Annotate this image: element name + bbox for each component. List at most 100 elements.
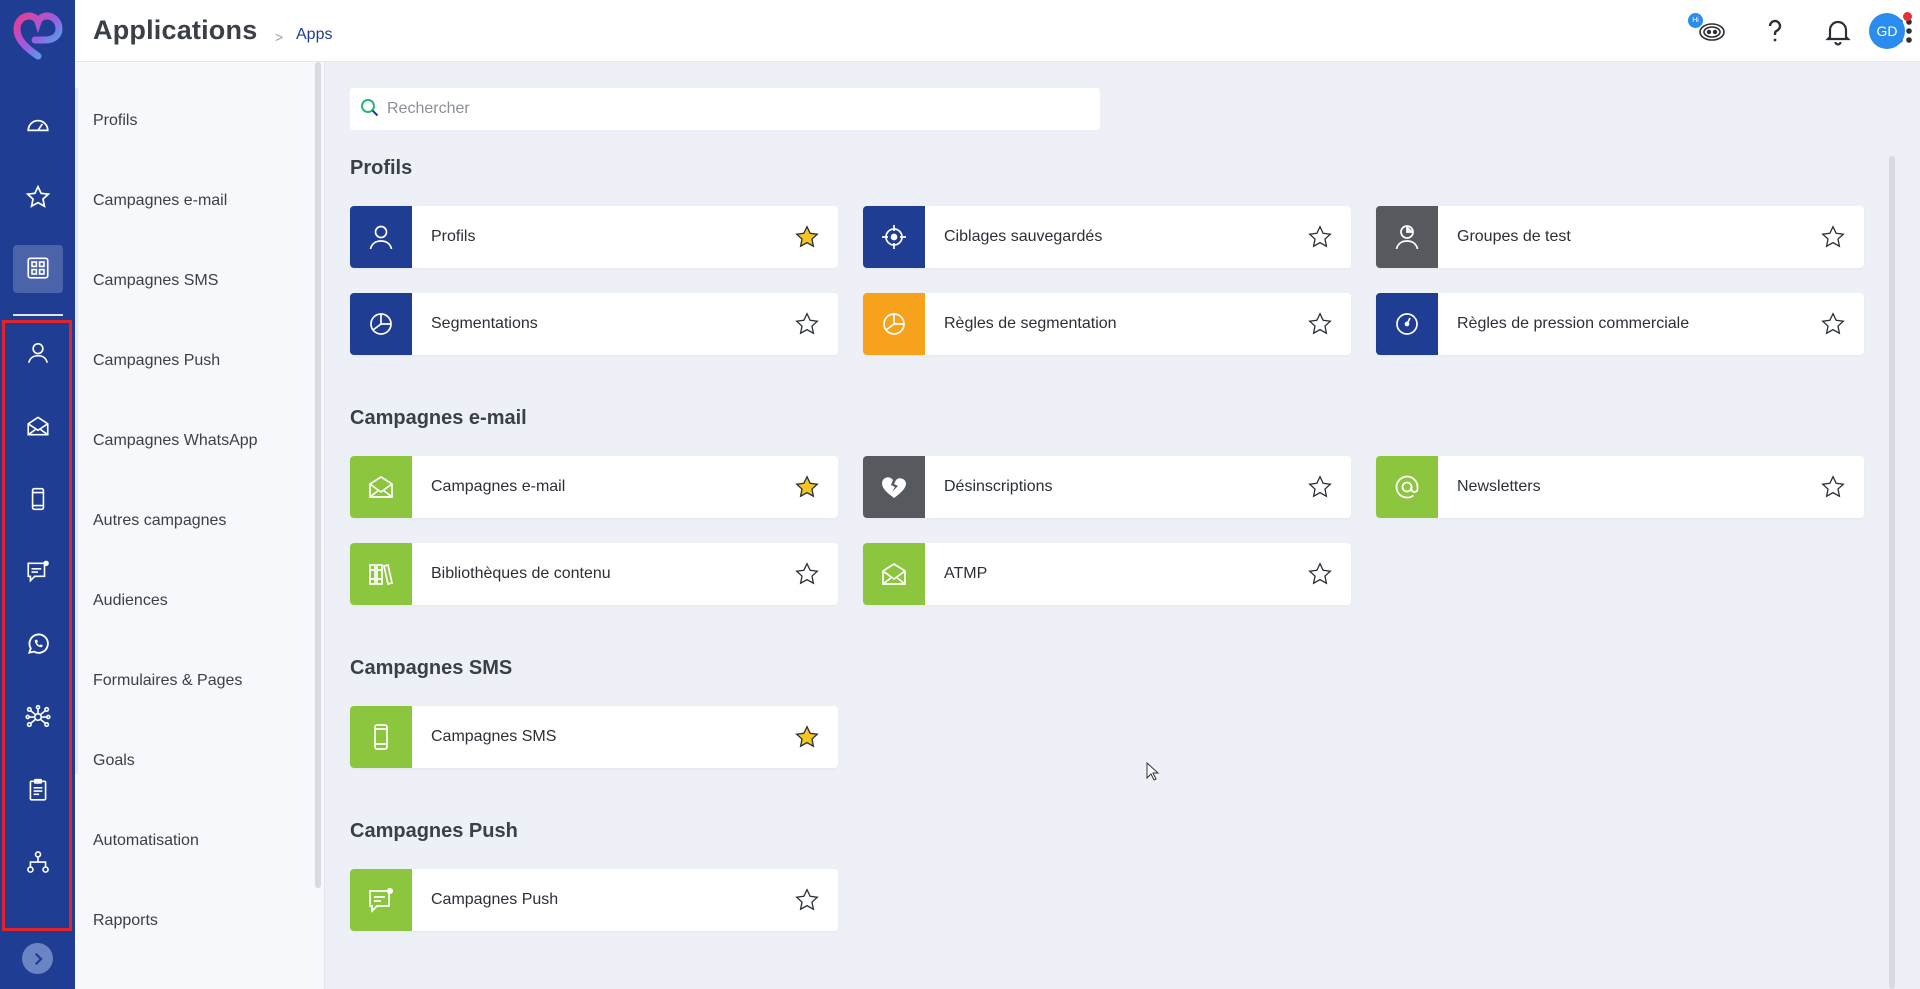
apps-icon xyxy=(26,257,49,279)
rail-forms[interactable] xyxy=(0,760,75,820)
category-campagnes-whatsapp[interactable]: Campagnes WhatsApp xyxy=(93,432,258,450)
mouse-cursor-icon xyxy=(1146,762,1160,781)
app-card-campagnes-sms[interactable]: Campagnes SMS xyxy=(350,706,838,768)
test-group-icon xyxy=(1395,225,1419,250)
search-input[interactable] xyxy=(387,100,1087,118)
page-title: Applications xyxy=(93,15,258,45)
rail-dashboard[interactable] xyxy=(0,95,75,155)
user-avatar[interactable]: GD xyxy=(1869,13,1905,49)
app-card-label: Groupes de test xyxy=(1457,228,1571,245)
category-panel-edge xyxy=(75,88,78,774)
app-card-regles-de-pression-commerciale[interactable]: Règles de pression commerciale xyxy=(1376,293,1864,355)
profile-icon xyxy=(27,342,48,363)
app-card-regles-de-segmentation[interactable]: Règles de segmentation xyxy=(863,293,1351,355)
star-outline-icon xyxy=(1821,225,1845,248)
rail-sms[interactable] xyxy=(0,469,75,529)
app-card-groupes-de-test[interactable]: Groupes de test xyxy=(1376,206,1864,268)
rail-favorites[interactable] xyxy=(0,167,75,227)
category-profils[interactable]: Profils xyxy=(93,112,137,130)
category-campagnes-push[interactable]: Campagnes Push xyxy=(93,352,220,370)
notifications-button[interactable] xyxy=(1820,13,1856,49)
favorite-toggle[interactable] xyxy=(792,309,822,339)
category-autres-campagnes[interactable]: Autres campagnes xyxy=(93,512,226,530)
star-outline-icon xyxy=(795,888,819,911)
app-tile xyxy=(863,456,925,518)
app-card-label: ATMP xyxy=(944,565,988,582)
rail-automation[interactable] xyxy=(0,832,75,892)
app-card-atmp[interactable]: ATMP xyxy=(863,543,1351,605)
whatsapp-icon xyxy=(27,633,49,654)
app-card-profils[interactable]: Profils xyxy=(350,206,838,268)
app-card-segmentations[interactable]: Segmentations xyxy=(350,293,838,355)
favorite-toggle[interactable] xyxy=(792,222,822,252)
rail-audiences[interactable] xyxy=(0,687,75,747)
app-tile xyxy=(350,869,412,931)
star-outline-icon xyxy=(1308,225,1332,248)
help-button[interactable] xyxy=(1757,13,1793,49)
rail-email[interactable] xyxy=(0,396,75,456)
category-audiences[interactable]: Audiences xyxy=(93,592,168,610)
favorite-toggle[interactable] xyxy=(1818,309,1848,339)
favorite-toggle[interactable] xyxy=(1305,472,1335,502)
target-icon xyxy=(882,225,906,249)
favorite-toggle[interactable] xyxy=(792,885,822,915)
chatbot-hi-badge: Hi xyxy=(1688,13,1703,28)
automation-icon xyxy=(26,851,49,873)
favorite-toggle[interactable] xyxy=(1818,472,1848,502)
favorite-toggle[interactable] xyxy=(792,722,822,752)
envelope-icon xyxy=(882,562,906,585)
app-card-ciblages-sauvegardes[interactable]: Ciblages sauvegardés xyxy=(863,206,1351,268)
app-card-campagnes-email[interactable]: Campagnes e-mail xyxy=(350,456,838,518)
brand-logo-icon[interactable] xyxy=(13,12,63,62)
app-card-label: Campagnes Push xyxy=(431,891,559,908)
rail-divider xyxy=(13,314,63,316)
app-card-campagnes-push[interactable]: Campagnes Push xyxy=(350,869,838,931)
favorite-toggle[interactable] xyxy=(1305,559,1335,589)
category-campagnes-email[interactable]: Campagnes e-mail xyxy=(93,192,227,210)
rail-expand-button[interactable] xyxy=(22,943,53,974)
app-card-desinscriptions[interactable]: Désinscriptions xyxy=(863,456,1351,518)
category-rapports[interactable]: Rapports xyxy=(93,912,158,930)
star-outline-icon xyxy=(1821,475,1845,498)
breadcrumb-apps[interactable]: Apps xyxy=(296,26,332,44)
help-icon xyxy=(1768,19,1782,42)
rail-whatsapp[interactable] xyxy=(0,614,75,674)
app-card-label: Segmentations xyxy=(431,315,538,332)
at-icon xyxy=(1395,475,1419,499)
rail-profiles[interactable] xyxy=(0,323,75,383)
favorite-toggle[interactable] xyxy=(792,472,822,502)
rail-apps[interactable] xyxy=(0,238,75,298)
favorite-toggle[interactable] xyxy=(1305,309,1335,339)
favorite-toggle[interactable] xyxy=(1818,222,1848,252)
category-campagnes-sms[interactable]: Campagnes SMS xyxy=(93,272,218,290)
app-tile xyxy=(350,206,412,268)
category-automatisation[interactable]: Automatisation xyxy=(93,832,199,850)
chevron-right-icon xyxy=(34,952,43,965)
app-tile xyxy=(863,543,925,605)
forms-icon xyxy=(29,778,46,801)
mobile-icon xyxy=(31,487,44,511)
bell-icon xyxy=(1825,20,1851,46)
category-formulaires-pages[interactable]: Formulaires & Pages xyxy=(93,672,242,690)
main-scrollbar[interactable] xyxy=(1889,156,1895,989)
app-card-bibliotheques-de-contenu[interactable]: Bibliothèques de contenu xyxy=(350,543,838,605)
favorite-toggle[interactable] xyxy=(1305,222,1335,252)
mobile-icon xyxy=(374,724,388,750)
category-scrollbar[interactable] xyxy=(315,62,321,888)
rail-push[interactable] xyxy=(0,542,75,602)
breadcrumb-separator: > xyxy=(275,29,284,45)
star-outline-icon xyxy=(1821,312,1845,335)
favorite-toggle[interactable] xyxy=(792,559,822,589)
app-tile xyxy=(863,206,925,268)
search-box xyxy=(350,88,1100,130)
dashboard-icon xyxy=(26,119,49,132)
section-title-campagnes-sms: Campagnes SMS xyxy=(350,657,513,679)
broken-heart-icon xyxy=(882,477,906,498)
section-title-campagnes-push: Campagnes Push xyxy=(350,820,518,842)
app-card-newsletters[interactable]: Newsletters xyxy=(1376,456,1864,518)
top-header: Applications > Apps Hi xyxy=(75,0,1920,62)
category-goals[interactable]: Goals xyxy=(93,752,135,770)
envelope-icon xyxy=(369,475,393,498)
star-filled-icon xyxy=(795,225,819,248)
gauge-icon xyxy=(1396,313,1418,335)
